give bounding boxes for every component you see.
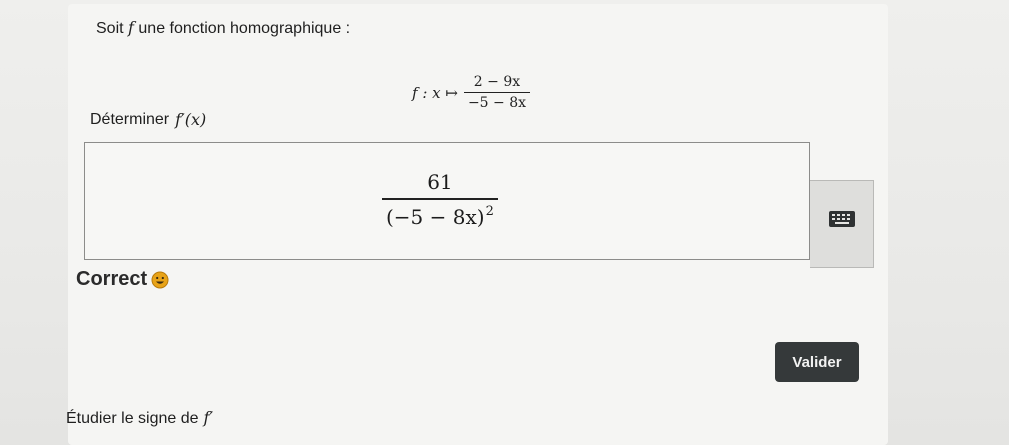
- intro-function-name: f: [128, 18, 134, 37]
- validate-button[interactable]: Valider: [775, 342, 859, 382]
- next-question-prompt: Étudier le signe de f′: [66, 408, 213, 428]
- definition-fraction: 2 − 9x −5 − 8x: [463, 74, 531, 111]
- definition-numerator: 2 − 9x: [473, 74, 521, 90]
- next-question-text: Étudier le signe de: [66, 410, 199, 427]
- keyboard-icon[interactable]: [828, 210, 856, 228]
- definition-lhs: f : x ↦: [412, 83, 458, 102]
- next-question-expression: f′: [203, 408, 214, 427]
- definition-denominator: −5 − 8x: [467, 95, 527, 111]
- question-expression: f′(x): [175, 110, 207, 129]
- answer-denominator: (−5 − 8x): [386, 204, 485, 229]
- intro-text-after: une fonction homographique :: [138, 20, 351, 37]
- answer-numerator: 61: [427, 170, 453, 194]
- question-text: Déterminer: [90, 110, 170, 128]
- feedback-label: Correct: [76, 268, 148, 290]
- answer-exponent: 2: [485, 203, 494, 219]
- smiley-icon: [151, 271, 169, 288]
- function-definition: f : x ↦ 2 − 9x −5 − 8x: [412, 74, 531, 111]
- exercise-intro: Soit f une fonction homographique :: [96, 18, 350, 38]
- answer-denominator-group: (−5 − 8x)2: [382, 200, 498, 229]
- question-prompt: Déterminer f′(x): [90, 110, 206, 129]
- feedback-correct: Correct: [76, 268, 169, 291]
- answer-expression: 61 (−5 − 8x)2: [382, 170, 498, 229]
- intro-text-before: Soit: [96, 20, 124, 37]
- validate-button-label: Valider: [792, 353, 842, 371]
